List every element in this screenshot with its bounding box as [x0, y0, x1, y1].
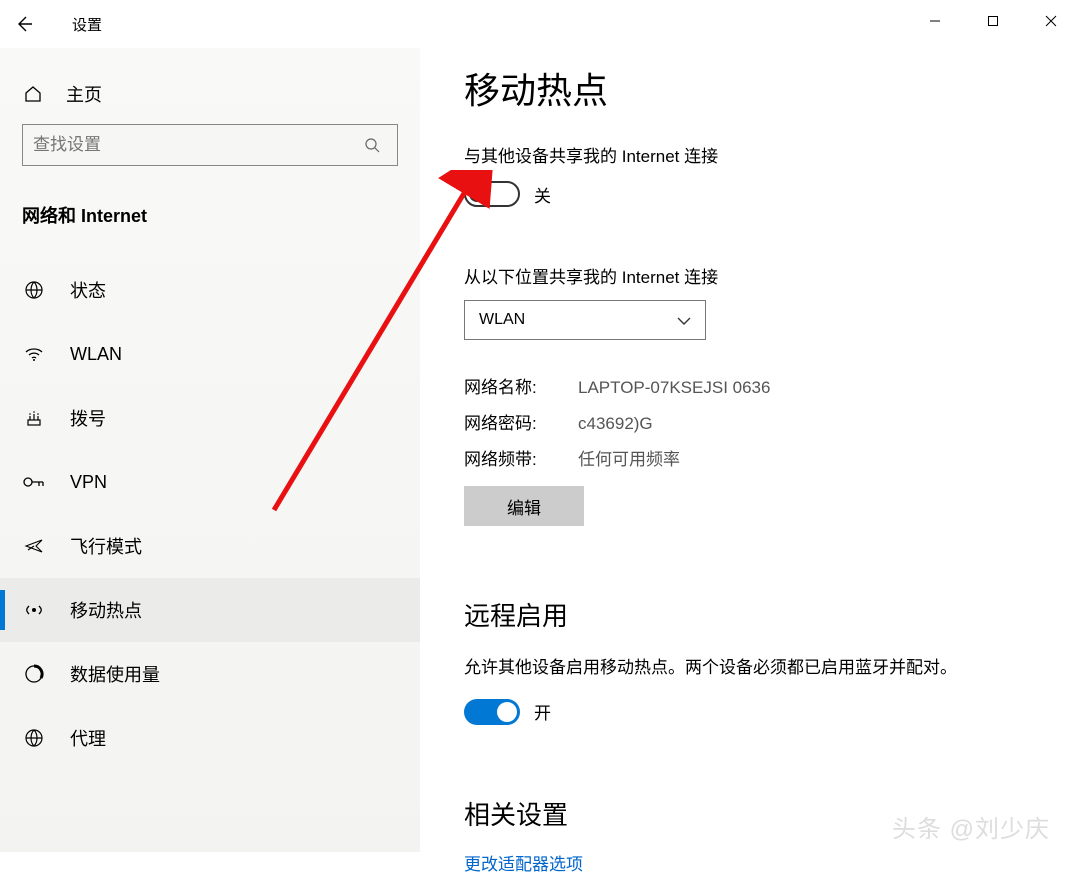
sidebar-item-label: 数据使用量 [70, 661, 160, 687]
sidebar-item-label: 状态 [70, 277, 106, 303]
minimize-button[interactable] [906, 0, 964, 42]
edit-button[interactable]: 编辑 [464, 486, 584, 526]
sidebar-item-label: VPN [70, 472, 107, 493]
network-password-value: c43692)G [578, 406, 653, 442]
chevron-down-icon [677, 312, 691, 328]
change-adapter-link[interactable]: 更改适配器选项 [464, 850, 1060, 875]
share-from-dropdown[interactable]: WLAN [464, 300, 706, 340]
share-toggle[interactable] [464, 181, 520, 207]
app-title: 设置 [72, 14, 102, 35]
remote-description: 允许其他设备启用移动热点。两个设备必须都已启用蓝牙并配对。 [464, 655, 1060, 681]
title-bar: 设置 [0, 0, 1080, 48]
network-password-key: 网络密码: [464, 406, 578, 442]
main-content: 移动热点 与其他设备共享我的 Internet 连接 关 从以下位置共享我的 I… [464, 62, 1060, 852]
category-heading: 网络和 Internet [22, 202, 420, 228]
search-input[interactable] [33, 135, 357, 155]
sidebar-item-label: 拨号 [70, 405, 106, 431]
home-icon [22, 83, 44, 105]
network-band-key: 网络频带: [464, 442, 578, 478]
airplane-icon [22, 534, 46, 558]
sidebar: 主页 网络和 Internet 状态 WLAN 拨号 VPN 飞行模式 [0, 48, 420, 852]
data-usage-icon [22, 662, 46, 686]
vpn-icon [22, 470, 46, 494]
sidebar-item-status[interactable]: 状态 [0, 258, 420, 322]
sidebar-item-proxy[interactable]: 代理 [0, 706, 420, 770]
sidebar-item-vpn[interactable]: VPN [0, 450, 420, 514]
network-name-key: 网络名称: [464, 370, 578, 406]
dialup-icon [22, 406, 46, 430]
nav-list: 状态 WLAN 拨号 VPN 飞行模式 移动热点 数据使用量 代理 [0, 258, 420, 770]
remote-toggle-state: 开 [534, 699, 551, 724]
search-box[interactable] [22, 124, 398, 166]
share-connection-label: 与其他设备共享我的 Internet 连接 [464, 142, 1060, 167]
sidebar-item-label: 代理 [70, 725, 106, 751]
share-toggle-state: 关 [534, 182, 551, 207]
arrow-left-icon [14, 14, 34, 34]
close-button[interactable] [1022, 0, 1080, 42]
share-from-label: 从以下位置共享我的 Internet 连接 [464, 263, 1060, 288]
sidebar-item-label: 飞行模式 [70, 533, 142, 559]
proxy-icon [22, 726, 46, 750]
home-label: 主页 [66, 81, 102, 107]
hotspot-icon [22, 598, 46, 622]
network-band-value: 任何可用频率 [578, 442, 680, 478]
sidebar-item-dialup[interactable]: 拨号 [0, 386, 420, 450]
network-name-value: LAPTOP-07KSEJSI 0636 [578, 370, 770, 406]
sidebar-item-airplane[interactable]: 飞行模式 [0, 514, 420, 578]
watermark: 头条 @刘少庆 [892, 809, 1050, 844]
sidebar-item-hotspot[interactable]: 移动热点 [0, 578, 420, 642]
network-info: 网络名称:LAPTOP-07KSEJSI 0636 网络密码:c43692)G … [464, 370, 1060, 478]
sidebar-item-label: WLAN [70, 344, 122, 365]
share-from-value: WLAN [479, 311, 525, 329]
sidebar-item-wlan[interactable]: WLAN [0, 322, 420, 386]
sidebar-item-label: 移动热点 [70, 597, 142, 623]
wifi-icon [22, 342, 46, 366]
page-title: 移动热点 [464, 62, 1060, 114]
remote-toggle[interactable] [464, 699, 520, 725]
maximize-button[interactable] [964, 0, 1022, 42]
sidebar-item-data-usage[interactable]: 数据使用量 [0, 642, 420, 706]
window-controls [906, 0, 1080, 42]
home-link[interactable]: 主页 [22, 66, 420, 122]
back-button[interactable] [0, 0, 48, 48]
remote-heading: 远程启用 [464, 596, 1060, 633]
search-icon [357, 130, 387, 160]
globe-icon [22, 278, 46, 302]
